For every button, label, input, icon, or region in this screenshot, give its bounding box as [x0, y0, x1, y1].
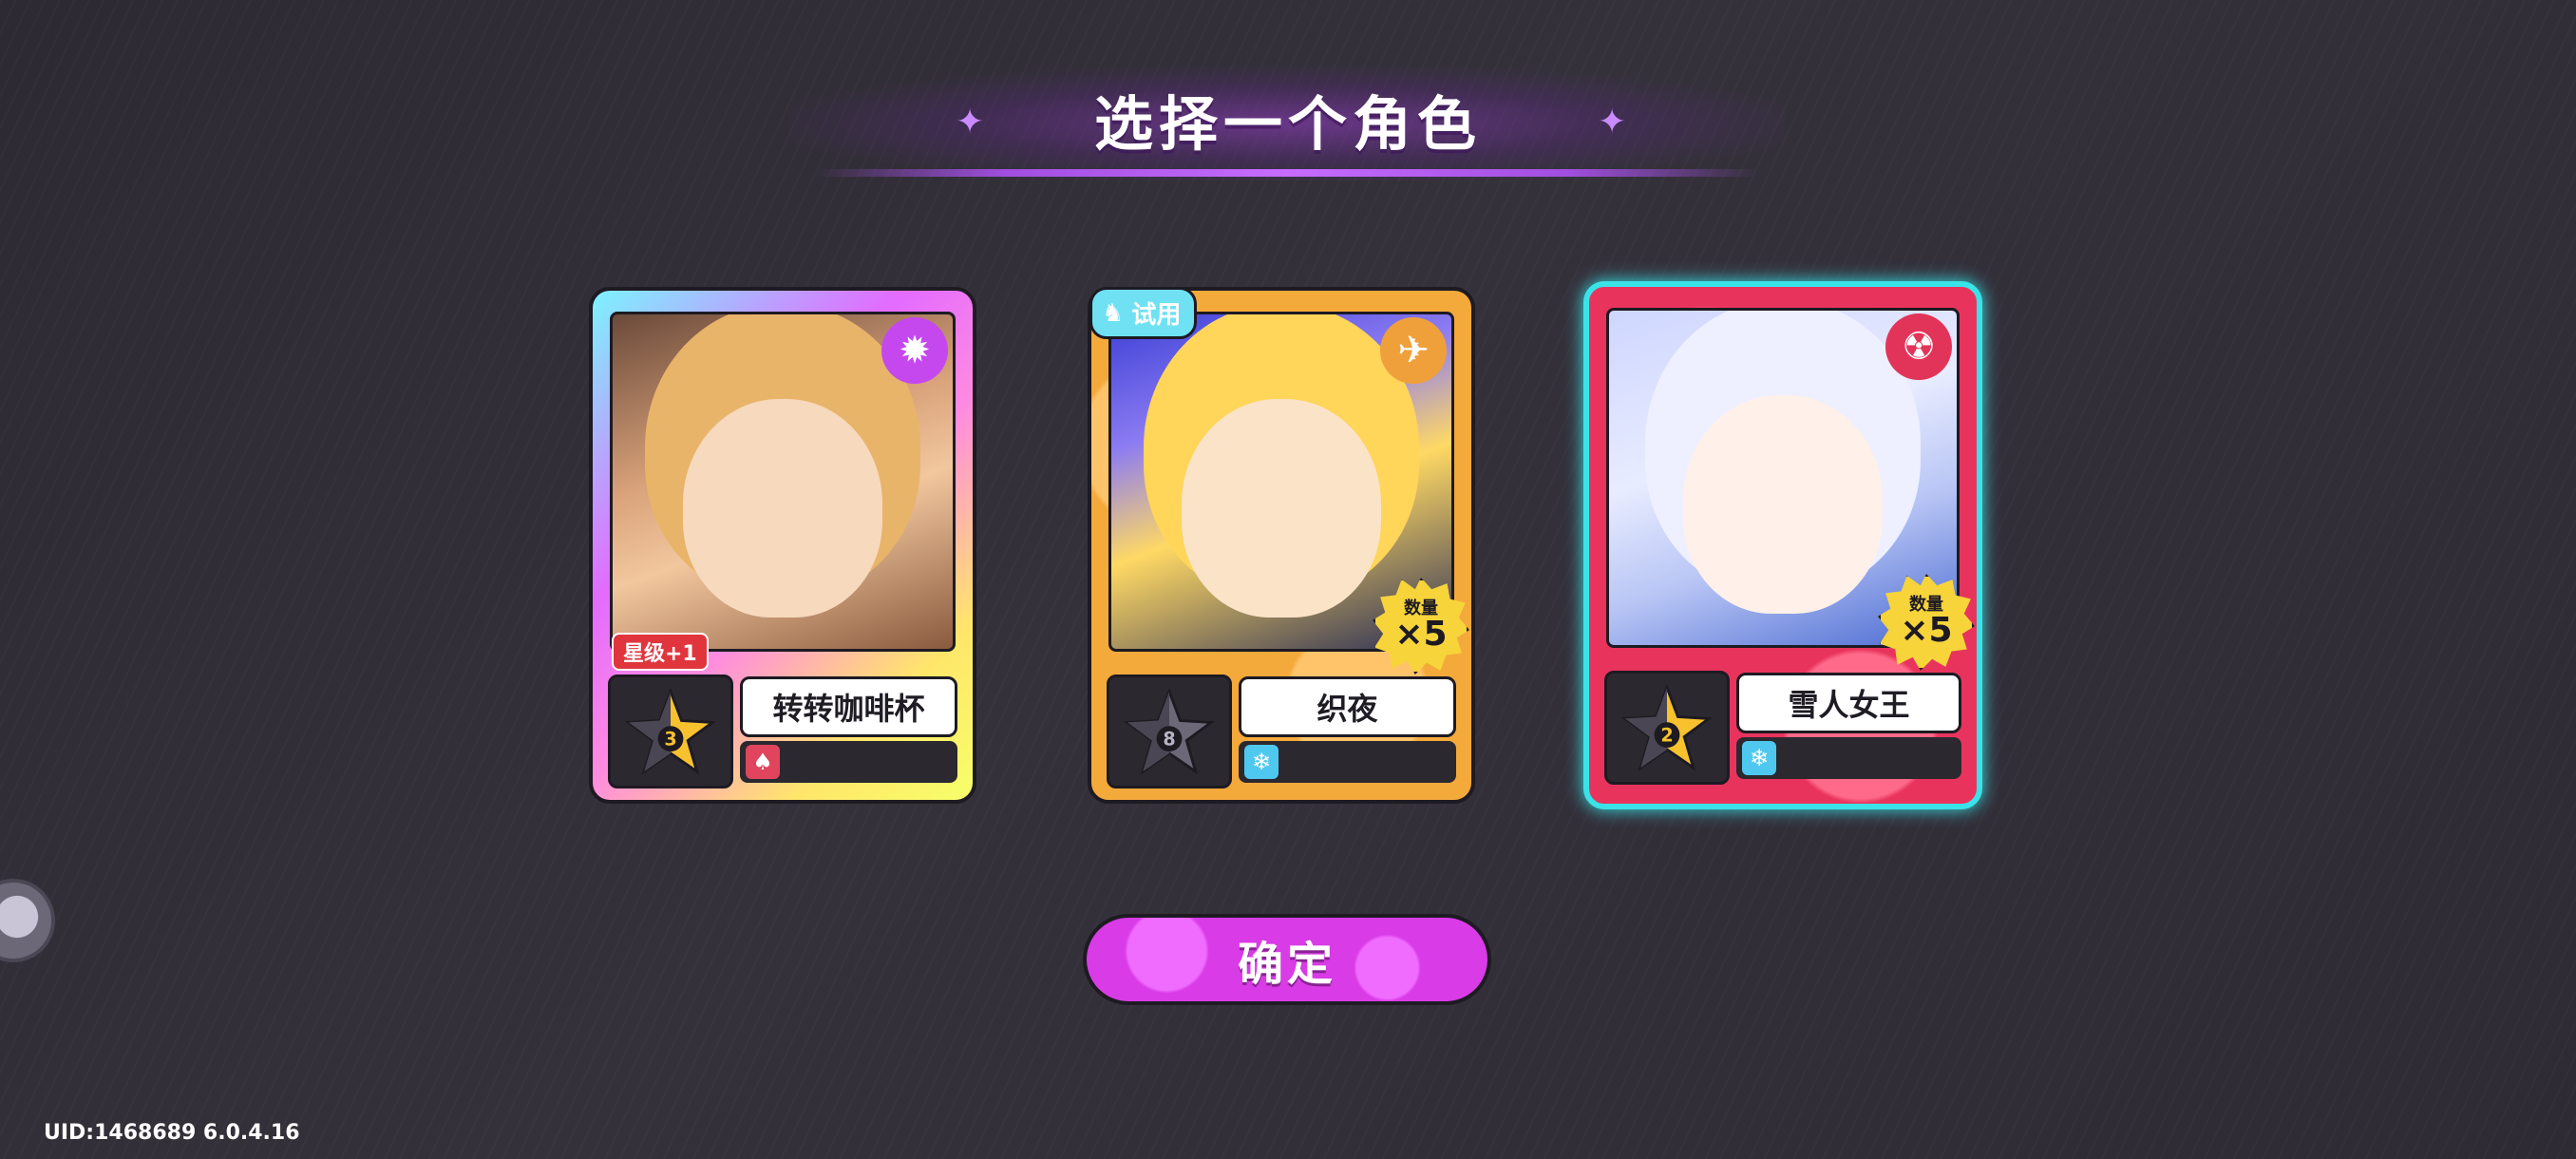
character-name: 转转咖啡杯 [740, 676, 957, 737]
sparkle-icon: ✦ [956, 103, 985, 142]
character-card-2[interactable]: ✈ ♞ 试用 数量 ×5 8 织夜 ❄ [1088, 287, 1475, 804]
star-level: 2 [1660, 724, 1673, 746]
confirm-button[interactable]: 确定 [1083, 914, 1491, 1005]
snowflake-icon: ❄ [1742, 741, 1776, 775]
trial-tag: ♞ 试用 [1089, 287, 1198, 339]
title-underline [817, 169, 1757, 177]
page-title: 选择一个角色 [1093, 89, 1482, 159]
character-card-3[interactable]: ☢ 数量 ×5 2 雪人女王 ❄ [1583, 281, 1982, 809]
star-icon: 8 [1124, 688, 1215, 775]
character-card-1[interactable]: ✹ 星级+1 3 转转咖啡杯 ♠ [589, 287, 976, 804]
quantity-value: ×5 [1900, 611, 1953, 650]
character-name: 织夜 [1239, 676, 1456, 737]
character-art [1683, 395, 1883, 615]
satellite-icon: ✈ [1380, 317, 1447, 384]
bomb-icon: ✹ [881, 317, 948, 384]
radiation-icon: ☢ [1885, 314, 1952, 380]
avatar[interactable] [0, 879, 55, 962]
star-level: 3 [664, 728, 676, 750]
quantity-value: ×5 [1394, 615, 1448, 654]
trial-label: 试用 [1131, 301, 1182, 330]
character-art [683, 399, 882, 618]
trait-bar: ❄ [1736, 737, 1961, 779]
character-name: 雪人女王 [1736, 673, 1961, 733]
star-rank-badge: 8 [1107, 674, 1232, 788]
trait-bar: ❄ [1239, 741, 1456, 783]
star-rank-badge: 2 [1604, 671, 1730, 785]
uid-version-text: UID:1468689 6.0.4.16 [44, 1121, 300, 1145]
character-art [1182, 399, 1381, 618]
snowflake-icon: ❄ [1244, 745, 1279, 779]
cat-icon: ♞ [1102, 298, 1125, 328]
star-rank-badge: 3 [608, 674, 733, 788]
sparkle-icon: ✦ [1598, 103, 1627, 142]
star-icon: 3 [625, 688, 716, 775]
trait-bar: ♠ [740, 741, 957, 783]
star-up-badge: 星级+1 [612, 633, 709, 671]
star-icon: 2 [1621, 684, 1713, 771]
mushroom-icon: ♠ [746, 745, 780, 779]
star-level: 8 [1163, 728, 1175, 750]
